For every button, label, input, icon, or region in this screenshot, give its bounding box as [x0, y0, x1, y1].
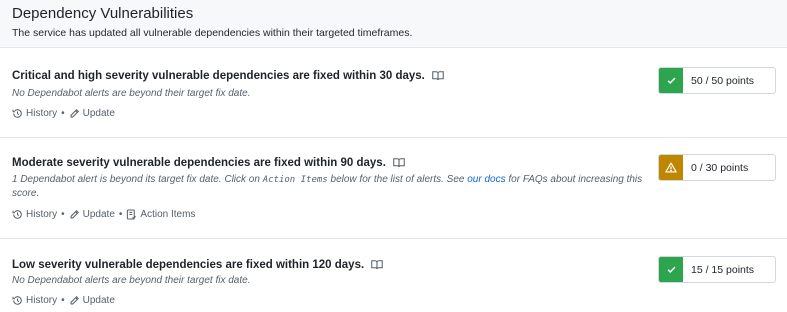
action-items-link[interactable]: Action Items: [126, 208, 195, 221]
book-icon[interactable]: [432, 70, 444, 86]
history-link[interactable]: History: [12, 208, 57, 221]
history-icon: [12, 296, 22, 305]
rule-title: Critical and high severity vulnerable de…: [12, 69, 444, 86]
section-header: Dependency Vulnerabilities The service h…: [0, 0, 787, 48]
score-value: 50 / 50 points: [691, 74, 755, 87]
section-subtitle: The service has updated all vulnerable d…: [12, 27, 413, 39]
update-link[interactable]: Update: [69, 208, 115, 221]
check-icon: [659, 257, 683, 282]
pencil-icon: [70, 209, 79, 219]
book-icon[interactable]: [371, 259, 384, 275]
pencil-icon: [70, 295, 79, 305]
rule-links: History • Update: [12, 107, 115, 120]
rule-links: History • Update • Action Items: [12, 208, 195, 221]
score-badge: 0 / 30 points: [658, 154, 776, 181]
pencil-icon: [70, 108, 79, 118]
section-title: Dependency Vulnerabilities: [12, 5, 194, 22]
rule-description: No Dependabot alerts are beyond their ta…: [12, 88, 251, 99]
score-value: 15 / 15 points: [691, 263, 755, 276]
score-badge: 15 / 15 points: [658, 256, 776, 283]
history-link[interactable]: History: [12, 294, 57, 307]
rule-links: History • Update: [12, 294, 115, 307]
score-value: 0 / 30 points: [691, 161, 749, 174]
history-icon: [12, 109, 22, 118]
update-link[interactable]: Update: [69, 294, 115, 307]
book-icon[interactable]: [393, 157, 405, 173]
rule-description: 1 Dependabot alert is beyond its target …: [12, 174, 643, 199]
score-badge: 50 / 50 points: [658, 67, 776, 94]
rule-description: No Dependabot alerts are beyond their ta…: [12, 275, 251, 286]
rule-title: Moderate severity vulnerable dependencie…: [12, 156, 405, 173]
checklist-icon: [127, 209, 137, 220]
docs-link[interactable]: our docs: [467, 174, 505, 185]
rule-moderate: Moderate severity vulnerable dependencie…: [0, 138, 787, 239]
history-link[interactable]: History: [12, 107, 57, 120]
history-icon: [12, 210, 22, 219]
rule-low: Low severity vulnerable dependencies are…: [0, 239, 787, 312]
rule-title: Low severity vulnerable dependencies are…: [12, 258, 384, 275]
check-icon: [659, 68, 683, 93]
alert-icon: [659, 155, 683, 180]
rule-critical-high: Critical and high severity vulnerable de…: [0, 49, 787, 138]
update-link[interactable]: Update: [69, 107, 115, 120]
